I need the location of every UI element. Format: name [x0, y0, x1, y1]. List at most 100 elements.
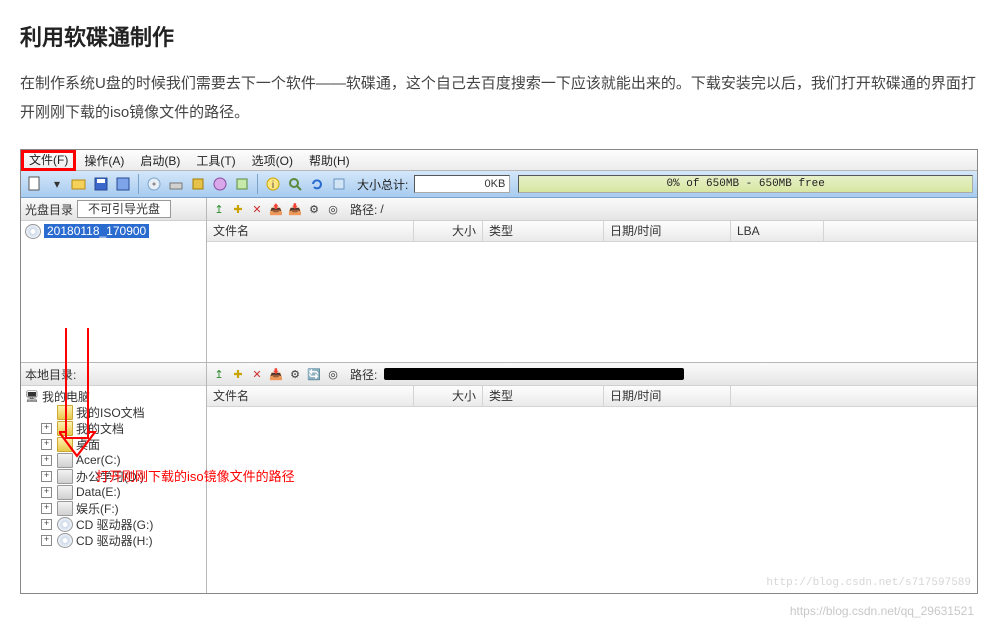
add-icon[interactable]: 📥	[268, 366, 284, 382]
col-size[interactable]: 大小	[414, 221, 483, 241]
image-tree[interactable]: 20180118_170900	[21, 221, 206, 362]
expander-icon[interactable]: +	[41, 455, 52, 466]
watermark-inner: http://blog.csdn.net/s717597589	[766, 577, 971, 589]
image-list-body[interactable]	[207, 242, 977, 362]
local-list-body[interactable]: http://blog.csdn.net/s717597589	[207, 407, 977, 593]
menu-action[interactable]: 操作(A)	[76, 150, 132, 171]
expander-icon[interactable]: +	[41, 503, 52, 514]
add-icon[interactable]: 📥	[287, 201, 303, 217]
props-icon[interactable]: ⚙	[287, 366, 303, 382]
menu-file[interactable]: 文件(F)	[21, 150, 76, 171]
col-date[interactable]: 日期/时间	[604, 221, 731, 241]
new-button[interactable]	[25, 174, 45, 194]
tree-item-label: 办公学习(D:)	[76, 468, 144, 485]
tree-item-label: CD 驱动器(H:)	[76, 532, 153, 549]
expander-icon[interactable]: +	[41, 423, 52, 434]
find-button[interactable]	[285, 174, 305, 194]
upper-split: 光盘目录 不可引导光盘 20180118_170900 ↥ ✚ ✕ 📤 📥 ⚙ …	[21, 198, 977, 363]
up-icon[interactable]: ↥	[211, 366, 227, 382]
tree-item[interactable]: + 办公学习(D:)	[23, 468, 204, 484]
view-icon[interactable]: ◎	[325, 201, 341, 217]
cd-icon	[57, 533, 73, 548]
boot-type-dropdown[interactable]: 不可引导光盘	[77, 200, 171, 218]
tree-item[interactable]: 我的ISO文档	[23, 404, 204, 420]
folder-icon	[57, 405, 73, 420]
computer-icon	[25, 390, 39, 403]
last-button[interactable]	[329, 174, 349, 194]
saveas-button[interactable]	[113, 174, 133, 194]
dropdown-icon[interactable]: ▾	[47, 174, 67, 194]
refresh-icon[interactable]: 🔄	[306, 366, 322, 382]
separator	[138, 174, 139, 194]
checksum-button[interactable]	[232, 174, 252, 194]
props-icon[interactable]: ⚙	[306, 201, 322, 217]
article-paragraph: 在制作系统U盘的时候我们需要去下一个软件——软碟通，这个自己去百度搜索一下应该就…	[20, 70, 976, 127]
watermark-outer: https://blog.csdn.net/qq_29631521	[20, 604, 976, 618]
local-file-toolbar: ↥ ✚ ✕ 📥 ⚙ 🔄 ◎ 路径:	[207, 363, 977, 386]
lower-split: 本地目录: 我的电脑我的ISO文档+我的文档+桌面+Acer(C:)+办公学习(…	[21, 363, 977, 593]
image-list-header: 文件名 大小 类型 日期/时间 LBA	[207, 221, 977, 242]
tree-item-label: 我的ISO文档	[76, 404, 145, 421]
expander-icon[interactable]: +	[41, 487, 52, 498]
extract-icon[interactable]: 📤	[268, 201, 284, 217]
tree-item[interactable]: + 娱乐(F:)	[23, 500, 204, 516]
refresh-button[interactable]	[307, 174, 327, 194]
tree-item[interactable]: +Data(E:)	[23, 484, 204, 500]
local-tree-header: 本地目录:	[21, 363, 206, 386]
cd-icon	[57, 517, 73, 532]
tree-item-label: CD 驱动器(G:)	[76, 516, 153, 533]
tree-item[interactable]: +Acer(C:)	[23, 452, 204, 468]
tree-item-label: 我的电脑	[42, 388, 90, 405]
tree-item-label: 桌面	[76, 436, 100, 453]
col-size[interactable]: 大小	[414, 386, 483, 406]
view-icon[interactable]: ◎	[325, 366, 341, 382]
delete-icon[interactable]: ✕	[249, 366, 265, 382]
menu-boot[interactable]: 启动(B)	[132, 150, 188, 171]
menu-tools[interactable]: 工具(T)	[188, 150, 243, 171]
expander-icon[interactable]: +	[41, 439, 52, 450]
expander-icon[interactable]: +	[41, 471, 52, 482]
tree-item[interactable]: + 我的文档	[23, 420, 204, 436]
col-date[interactable]: 日期/时间	[604, 386, 731, 406]
drive-icon	[57, 453, 73, 468]
tree-item-label: 我的文档	[76, 420, 124, 437]
save-button[interactable]	[91, 174, 111, 194]
tree-item[interactable]: + CD 驱动器(G:)	[23, 516, 204, 532]
menubar: 文件(F) 操作(A) 启动(B) 工具(T) 选项(O) 帮助(H)	[21, 150, 977, 171]
drive-icon	[57, 501, 73, 516]
col-type[interactable]: 类型	[483, 221, 604, 241]
mount-button[interactable]	[166, 174, 186, 194]
local-tree[interactable]: 我的电脑我的ISO文档+我的文档+桌面+Acer(C:)+办公学习(D:)+Da…	[21, 386, 206, 593]
verify-button[interactable]	[210, 174, 230, 194]
image-tree-header: 光盘目录 不可引导光盘	[21, 198, 206, 221]
tree-root[interactable]: 20180118_170900	[23, 223, 204, 239]
capacity-bar: 0% of 650MB - 650MB free	[518, 175, 973, 193]
size-total-label: 大小总计:	[357, 176, 408, 193]
svg-text:i: i	[272, 180, 274, 191]
col-type[interactable]: 类型	[483, 386, 604, 406]
delete-icon[interactable]: ✕	[249, 201, 265, 217]
up-icon[interactable]: ↥	[211, 201, 227, 217]
info-button[interactable]: i	[263, 174, 283, 194]
tree-item[interactable]: 我的电脑	[23, 388, 204, 404]
col-filename[interactable]: 文件名	[207, 386, 414, 406]
tree-item[interactable]: + CD 驱动器(H:)	[23, 532, 204, 548]
menu-help[interactable]: 帮助(H)	[301, 150, 358, 171]
local-list-header: 文件名 大小 类型 日期/时间	[207, 386, 977, 407]
path-label: 路径:	[350, 366, 377, 383]
expander-icon[interactable]: +	[41, 535, 52, 546]
col-filename[interactable]: 文件名	[207, 221, 414, 241]
compress-button[interactable]	[188, 174, 208, 194]
size-value: 0KB	[414, 175, 510, 193]
expander-icon[interactable]: +	[41, 519, 52, 530]
col-lba[interactable]: LBA	[731, 221, 824, 241]
menu-options[interactable]: 选项(O)	[244, 150, 301, 171]
tree-item[interactable]: + 桌面	[23, 436, 204, 452]
open-button[interactable]	[69, 174, 89, 194]
newfolder-icon[interactable]: ✚	[230, 201, 246, 217]
newfolder-icon[interactable]: ✚	[230, 366, 246, 382]
tree-item-label: 娱乐(F:)	[76, 500, 119, 517]
burn-button[interactable]	[144, 174, 164, 194]
folder-icon	[57, 421, 73, 436]
path-label: 路径:	[350, 201, 377, 218]
